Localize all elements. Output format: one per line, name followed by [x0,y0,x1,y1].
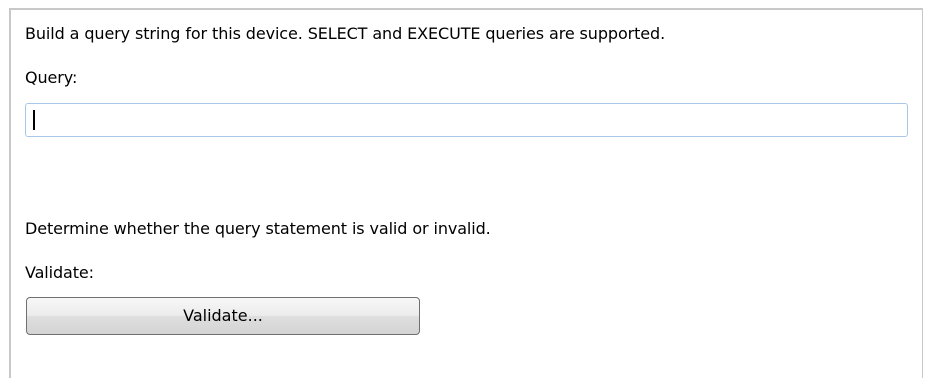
query-label: Query: [25,68,78,87]
validate-button[interactable]: Validate... [26,297,420,335]
query-input[interactable] [25,103,908,137]
validate-label: Validate: [25,263,94,282]
query-description: Build a query string for this device. SE… [25,24,666,43]
text-cursor [33,110,35,130]
validate-description: Determine whether the query statement is… [25,219,491,238]
